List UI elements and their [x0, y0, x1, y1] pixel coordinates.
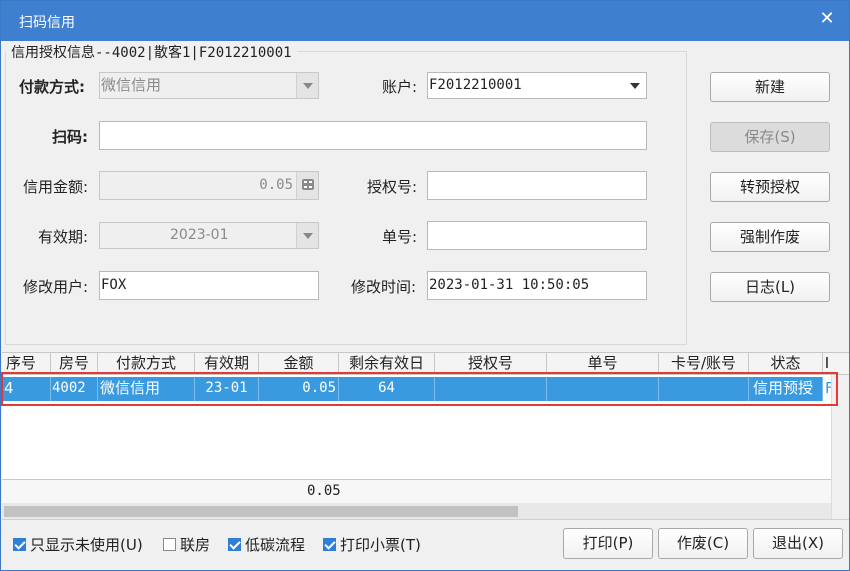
unused-only-checkbox[interactable]: 只显示未使用(U) — [13, 534, 143, 555]
exit-button[interactable]: 退出(X) — [753, 528, 843, 559]
linked-room-checkbox[interactable]: 联房 — [163, 534, 210, 555]
validity-label: 有效期: — [38, 228, 89, 246]
new-button[interactable]: 新建 — [710, 72, 830, 102]
grid-summary-bar: 0.05 — [2, 479, 831, 503]
scrollbar-thumb[interactable] — [4, 506, 518, 517]
modifier-value: FOX — [101, 277, 127, 293]
chevron-down-icon[interactable] — [296, 73, 318, 98]
scan-credit-dialog: 扫码信用 ✕ 信用授权信息--4002|散客1|F2012210001 付款方式… — [0, 0, 850, 571]
account-select[interactable]: F2012210001 — [427, 72, 647, 99]
checkbox-unchecked-icon[interactable] — [163, 538, 176, 551]
modified-time-label: 修改时间: — [351, 278, 417, 296]
unused-only-label: 只显示未使用(U) — [30, 536, 143, 554]
close-icon[interactable]: ✕ — [817, 9, 837, 29]
amount-value: 0.05 — [259, 177, 293, 193]
sum-amount: 0.05 — [307, 483, 341, 499]
amount-label: 信用金额: — [23, 178, 89, 196]
chevron-down-icon[interactable] — [624, 73, 646, 98]
modifier-label: 修改用户: — [23, 278, 89, 296]
modified-time-field[interactable]: 2023-01-31 10:50:05 — [427, 271, 647, 300]
order-no-label: 单号: — [382, 228, 418, 246]
account-value: F2012210001 — [429, 77, 522, 93]
horizontal-scrollbar[interactable] — [2, 503, 831, 519]
print-receipt-checkbox[interactable]: 打印小票(T) — [323, 534, 421, 555]
checkbox-checked-icon[interactable] — [323, 538, 336, 551]
bottom-divider — [2, 519, 849, 520]
force-void-button[interactable]: 强制作废 — [710, 222, 830, 252]
payment-method-select[interactable]: 微信信用 — [99, 72, 319, 99]
modified-time-value: 2023-01-31 10:50:05 — [429, 277, 590, 293]
convert-preauth-button[interactable]: 转预授权 — [710, 172, 830, 202]
title-bar[interactable]: 扫码信用 ✕ — [1, 1, 849, 41]
print-button[interactable]: 打印(P) — [563, 528, 653, 559]
highlight-box — [1, 372, 838, 406]
window-title: 扫码信用 — [19, 15, 75, 31]
scan-input[interactable] — [99, 121, 647, 150]
scan-label: 扫码: — [52, 128, 88, 146]
validity-value: 2023-01 — [170, 227, 229, 243]
auth-no-input[interactable] — [427, 171, 647, 200]
groupbox-top-border — [297, 51, 687, 52]
order-no-input[interactable] — [427, 221, 647, 250]
account-label: 账户: — [382, 78, 418, 96]
modifier-field[interactable]: FOX — [99, 271, 319, 300]
chevron-down-icon[interactable] — [296, 223, 318, 248]
auth-no-label: 授权号: — [367, 178, 418, 196]
low-carbon-label: 低碳流程 — [245, 536, 306, 554]
log-button[interactable]: 日志(L) — [710, 272, 830, 302]
amount-field[interactable]: 0.05 — [99, 171, 319, 200]
linked-room-label: 联房 — [180, 536, 211, 554]
checkbox-checked-icon[interactable] — [228, 538, 241, 551]
print-receipt-label: 打印小票(T) — [340, 536, 421, 554]
payment-method-value: 微信信用 — [101, 76, 162, 94]
validity-select[interactable]: 2023-01 — [99, 222, 319, 249]
group-label: 信用授权信息--4002|散客1|F2012210001 — [11, 42, 294, 62]
calculator-icon[interactable] — [296, 172, 318, 199]
payment-method-label: 付款方式: — [19, 78, 85, 96]
checkbox-checked-icon[interactable] — [13, 538, 26, 551]
low-carbon-checkbox[interactable]: 低碳流程 — [228, 534, 305, 555]
void-button[interactable]: 作废(C) — [658, 528, 748, 559]
save-button[interactable]: 保存(S) — [710, 122, 830, 152]
